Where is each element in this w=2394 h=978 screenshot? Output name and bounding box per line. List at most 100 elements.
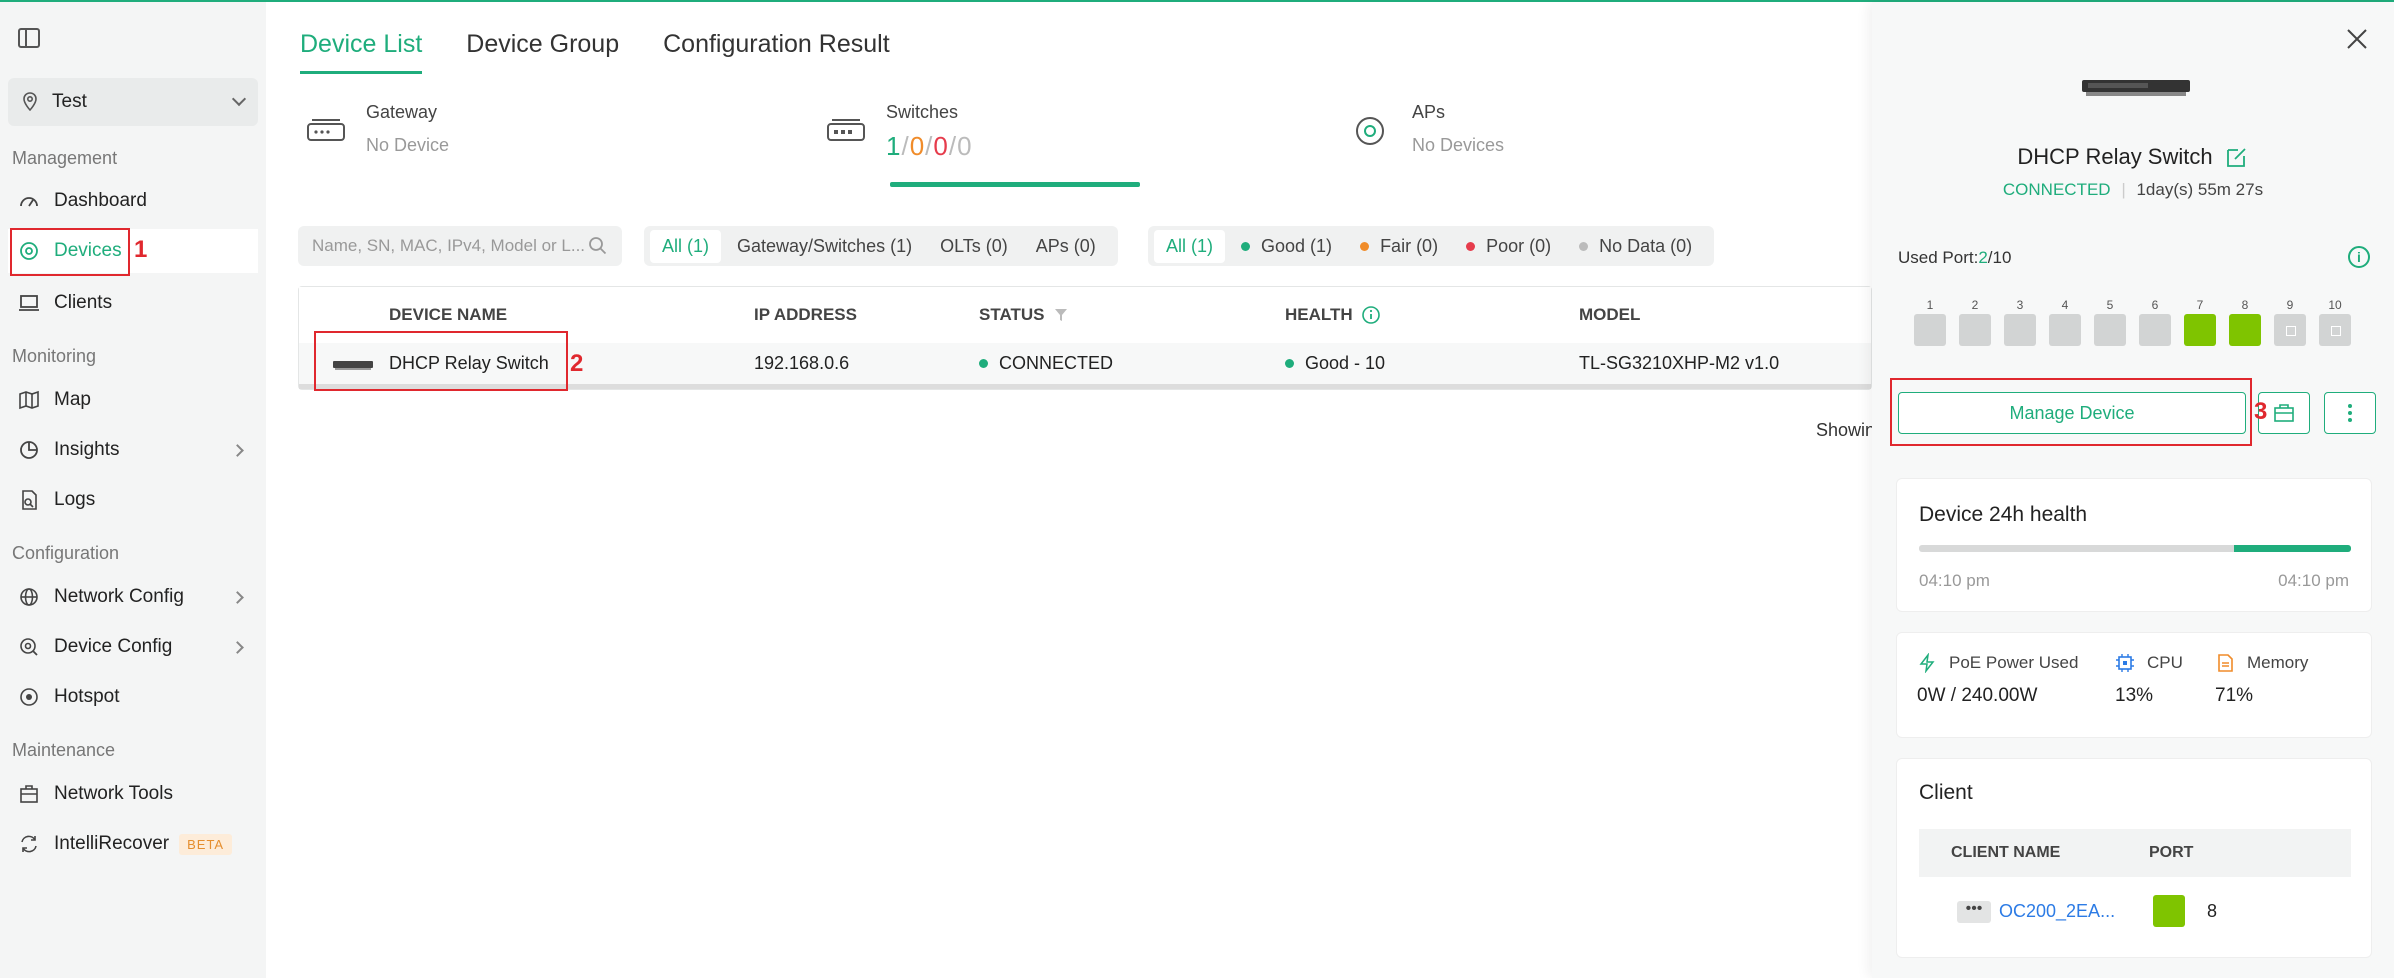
port-8[interactable]: 8 — [2229, 298, 2261, 346]
health-filter-group: All (1) Good (1) Fair (0) Poor (0) No Da… — [1148, 226, 1715, 266]
chevron-right-icon — [231, 640, 244, 654]
search-icon[interactable] — [588, 236, 608, 256]
column-header-model[interactable]: MODEL — [1579, 305, 1640, 325]
summary-gateway[interactable]: Gateway No Device — [306, 102, 449, 156]
ap-icon — [1356, 117, 1384, 145]
sidebar-item-label: Hotspot — [54, 686, 120, 707]
health-card: Device 24h health 04:10 pm 04:10 pm — [1896, 478, 2372, 612]
tab-configuration-result[interactable]: Configuration Result — [663, 30, 890, 74]
sidebar-item-device-config[interactable]: Device Config — [8, 625, 258, 669]
sidebar-item-label: Insights — [54, 439, 120, 460]
type-filter-group: All (1) Gateway/Switches (1) OLTs (0) AP… — [644, 226, 1118, 266]
sidebar-item-network-config[interactable]: Network Config — [8, 575, 258, 619]
sidebar-item-hotspot[interactable]: Hotspot — [8, 675, 258, 719]
port-number: 6 — [2151, 298, 2159, 312]
column-header-health[interactable]: HEALTH — [1285, 305, 1381, 325]
search-input[interactable] — [312, 236, 588, 256]
filter-health-fair[interactable]: Fair (0) — [1348, 230, 1450, 263]
sidebar-item-insights[interactable]: Insights — [8, 428, 258, 472]
used-port-label: Used Port:2/10 — [1898, 248, 2011, 268]
annotation-number: 1 — [134, 236, 148, 263]
metric-cpu: CPU 13% — [2115, 653, 2183, 707]
column-header-ip[interactable]: IP ADDRESS — [754, 305, 857, 325]
count-isolated: 0 — [957, 131, 973, 161]
sidebar-item-map[interactable]: Map — [8, 378, 258, 422]
sidebar: Test Management Dashboard Devices Client… — [0, 2, 266, 978]
filter-icon[interactable] — [1054, 307, 1068, 323]
sidebar-collapse-icon[interactable] — [18, 28, 40, 48]
filter-type-aps[interactable]: APs (0) — [1024, 230, 1108, 263]
filter-type-all[interactable]: All (1) — [650, 229, 722, 263]
status-text: CONNECTED — [999, 353, 1114, 373]
section-configuration: Configuration — [12, 543, 120, 563]
port-4[interactable]: 4 — [2049, 298, 2081, 346]
device-status-line: CONNECTED | 1day(s) 55m 27s — [2002, 180, 2264, 199]
client-row[interactable]: ••• OC200_2EA... 8 — [1919, 891, 2351, 931]
port-9[interactable]: 9 — [2274, 298, 2306, 346]
filter-health-poor[interactable]: Poor (0) — [1454, 230, 1563, 263]
column-header-client-name: CLIENT NAME — [1951, 844, 2061, 861]
metric-memory: Memory 71% — [2215, 653, 2308, 707]
health-card-title: Device 24h health — [1919, 503, 2088, 526]
filter-label: Good (1) — [1261, 235, 1333, 256]
cell-model: TL-SG3210XHP-M2 v1.0 — [1579, 353, 1780, 373]
device-uptime: 1day(s) 55m 27s — [2136, 180, 2264, 199]
sidebar-item-clients[interactable]: Clients — [8, 281, 258, 325]
port-square — [2049, 314, 2081, 346]
port-2[interactable]: 2 — [1959, 298, 1991, 346]
device-detail-panel: DHCP Relay Switch CONNECTED | 1day(s) 55… — [1872, 2, 2394, 978]
sidebar-item-dashboard[interactable]: Dashboard — [8, 179, 258, 223]
tab-device-group[interactable]: Device Group — [466, 30, 619, 74]
filter-health-nodata[interactable]: No Data (0) — [1567, 230, 1704, 263]
sidebar-item-label: Map — [54, 389, 91, 410]
port-3[interactable]: 3 — [2004, 298, 2036, 346]
more-actions-button[interactable] — [2324, 392, 2376, 434]
cell-status: CONNECTED — [979, 353, 1113, 374]
summary-switches[interactable]: Switches 1/0/0/0 — [826, 102, 973, 162]
port-5[interactable]: 5 — [2094, 298, 2126, 346]
health-timeline[interactable] — [1919, 545, 2351, 552]
sidebar-item-network-tools[interactable]: Network Tools — [8, 772, 258, 816]
toolbox-icon — [2274, 404, 2294, 422]
count-separator: / — [901, 131, 910, 161]
site-selector[interactable]: Test — [8, 78, 258, 126]
count-disconnected: 0 — [933, 131, 949, 161]
metric-label: CPU — [2147, 653, 2183, 672]
metric-value: 71% — [2215, 685, 2254, 706]
used-port-count: 2 — [1978, 248, 1988, 267]
port-1[interactable]: 1 — [1914, 298, 1946, 346]
count-pending: 0 — [909, 131, 926, 161]
client-port-value: 8 — [2207, 901, 2218, 921]
port-number: 9 — [2286, 298, 2294, 312]
tab-device-list[interactable]: Device List — [300, 30, 423, 74]
sidebar-item-intellirecover[interactable]: IntelliRecover BETA — [8, 822, 258, 866]
port-6[interactable]: 6 — [2139, 298, 2171, 346]
cell-ip: 192.168.0.6 — [754, 353, 850, 373]
port-info-icon[interactable]: i — [2348, 246, 2370, 268]
column-header-device-name[interactable]: DEVICE NAME — [389, 305, 507, 325]
beta-badge: BETA — [179, 833, 233, 855]
client-name-link[interactable]: OC200_2EA... — [1999, 901, 2115, 922]
column-header-status[interactable]: STATUS — [979, 305, 1068, 325]
port-square — [2094, 314, 2126, 346]
filter-type-gateway-switches[interactable]: Gateway/Switches (1) — [725, 230, 924, 263]
filter-type-olts[interactable]: OLTs (0) — [928, 230, 1020, 263]
close-icon[interactable] — [2346, 28, 2368, 50]
summary-title: Gateway — [366, 102, 438, 122]
port-10[interactable]: 10 — [2319, 298, 2351, 346]
clients-icon — [19, 295, 39, 311]
chevron-down-icon — [231, 91, 247, 107]
summary-aps[interactable]: APs No Devices — [1352, 102, 1504, 156]
used-port-total: /10 — [1987, 248, 2012, 267]
summary-title: APs — [1412, 102, 1446, 122]
info-icon[interactable] — [1361, 305, 1381, 325]
filter-health-all[interactable]: All (1) — [1154, 229, 1226, 263]
port-7[interactable]: 7 — [2184, 298, 2216, 346]
edit-icon[interactable] — [2225, 145, 2249, 169]
filter-health-good[interactable]: Good (1) — [1229, 230, 1344, 263]
port-square — [1914, 314, 1946, 346]
port-number: 1 — [1926, 298, 1934, 312]
filter-label: Fair (0) — [1380, 235, 1439, 256]
sidebar-item-logs[interactable]: Logs — [8, 478, 258, 522]
gateway-icon — [307, 119, 345, 141]
